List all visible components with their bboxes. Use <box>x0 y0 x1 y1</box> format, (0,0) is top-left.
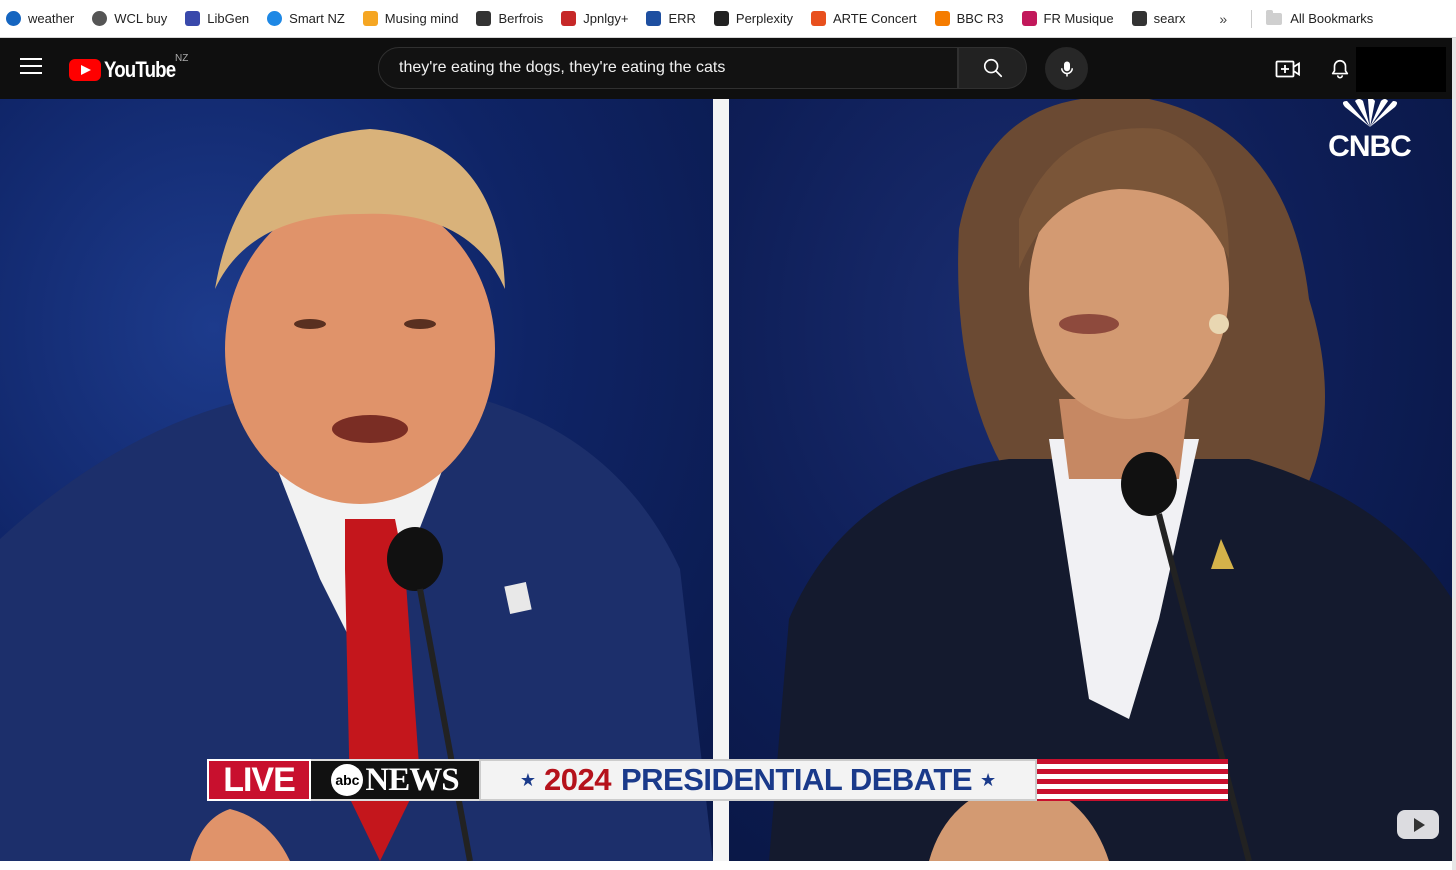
live-badge: LIVE <box>207 759 311 801</box>
video-left-panel <box>0 99 713 861</box>
search-button[interactable] <box>958 47 1027 89</box>
hamburger-menu-button[interactable] <box>20 58 42 76</box>
bookmark-item[interactable]: Smart NZ <box>267 11 345 26</box>
news-word: NEWS <box>365 761 459 798</box>
cnbc-text: CNBC <box>1328 130 1412 163</box>
err-favicon <box>646 11 662 26</box>
abc-logo-circle: abc <box>331 764 364 796</box>
musing-favicon <box>362 11 378 26</box>
video-plus-icon <box>1275 60 1300 78</box>
bookmark-item[interactable]: ERR <box>646 11 696 26</box>
video-player[interactable]: CNBC LIVE abc NEWS ★ 2024 PRESIDENTIAL D… <box>0 99 1452 861</box>
menu-line <box>20 72 42 74</box>
bell-icon <box>1331 59 1349 79</box>
speaker-left-figure <box>0 129 713 861</box>
bookmark-label: ARTE Concert <box>832 11 917 26</box>
bookmarks-bar: weather WCL buy LibGen Smart NZ Musing mind B… <box>0 0 1456 38</box>
bookmark-item[interactable]: searx <box>1131 11 1186 26</box>
frmusique-favicon <box>1021 11 1037 26</box>
bookmark-item[interactable]: WCL buy <box>92 11 167 26</box>
bookmarks-separator <box>1251 9 1253 28</box>
menu-line <box>20 65 42 67</box>
bookmark-label: searx <box>1153 11 1186 26</box>
create-video-button[interactable] <box>1272 56 1304 82</box>
voice-search-button[interactable] <box>1045 47 1088 90</box>
searx-favicon <box>1131 11 1147 26</box>
globe-icon <box>92 11 108 26</box>
page-scrollbar[interactable] <box>1452 38 1456 870</box>
bookmark-item[interactable]: FR Musique <box>1021 11 1114 26</box>
search-box <box>378 47 958 89</box>
perplexity-favicon <box>713 11 729 26</box>
bookmark-item[interactable]: Jpnlgy+ <box>561 11 628 26</box>
notifications-button[interactable] <box>1326 54 1354 84</box>
logo-text: YouTube <box>104 57 176 82</box>
bookmark-item[interactable]: Perplexity <box>713 11 793 26</box>
youtube-logo[interactable]: YouTube <box>69 57 188 83</box>
country-code: NZ <box>175 53 189 64</box>
weather-favicon <box>6 11 21 26</box>
libgen-favicon <box>185 11 201 26</box>
cnbc-watermark: CNBC <box>1322 99 1417 163</box>
bookmark-label: WCL buy <box>114 11 168 26</box>
bookmark-label: ERR <box>668 11 696 26</box>
bookmark-item[interactable]: LibGen <box>185 11 249 26</box>
debate-year: 2024 <box>543 762 611 797</box>
bookmark-label: FR Musique <box>1043 11 1114 26</box>
youtube-play-icon <box>69 59 101 81</box>
bookmark-label: Berfrois <box>498 11 544 26</box>
folder-icon <box>1266 9 1283 25</box>
bookmark-item[interactable]: BBC R3 <box>934 11 1004 26</box>
bbc-favicon <box>934 11 950 26</box>
debate-title: PRESIDENTIAL DEBATE <box>620 762 973 797</box>
search-input[interactable] <box>397 58 941 78</box>
bookmark-item[interactable]: weather <box>6 11 74 26</box>
flag-stripes <box>1037 759 1228 801</box>
bookmark-item[interactable]: Berfrois <box>476 11 543 26</box>
bookmark-label: weather <box>28 11 75 26</box>
all-bookmarks-button[interactable]: All Bookmarks <box>1266 9 1374 26</box>
speaker-right-figure <box>769 99 1452 861</box>
star-icon: ★ <box>519 769 536 790</box>
bookmark-item[interactable]: ARTE Concert <box>810 11 917 26</box>
all-bookmarks-label: All Bookmarks <box>1290 11 1374 26</box>
star-icon: ★ <box>980 769 997 790</box>
smartnz-favicon <box>267 11 283 26</box>
bookmark-label: Jpnlgy+ <box>583 11 629 26</box>
bookmark-label: Perplexity <box>735 11 793 26</box>
berfrois-favicon <box>476 11 492 26</box>
bookmark-item[interactable]: Musing mind <box>362 11 459 26</box>
account-avatar[interactable] <box>1356 47 1446 92</box>
nhk-favicon <box>561 11 577 26</box>
abc-news-logo: abc NEWS <box>311 759 479 801</box>
bookmarks-overflow-button[interactable]: » <box>1219 11 1227 27</box>
menu-line <box>20 58 42 60</box>
bookmark-label: Smart NZ <box>289 11 345 26</box>
split-screen-divider <box>713 99 729 861</box>
youtube-header: YouTube NZ <box>0 38 1456 99</box>
video-right-panel <box>729 99 1452 861</box>
microphone-icon <box>1060 61 1073 76</box>
search-icon <box>983 58 1002 78</box>
arte-favicon <box>810 11 826 26</box>
bookmark-label: Musing mind <box>384 11 459 26</box>
news-chyron: LIVE abc NEWS ★ 2024 PRESIDENTIAL DEBATE… <box>207 759 1228 801</box>
bookmark-label: LibGen <box>207 11 250 26</box>
debate-banner: ★ 2024 PRESIDENTIAL DEBATE ★ <box>479 759 1037 801</box>
bookmark-label: BBC R3 <box>956 11 1004 26</box>
youtube-watermark-button[interactable] <box>1397 810 1439 839</box>
peacock-logo-icon <box>1342 99 1397 127</box>
